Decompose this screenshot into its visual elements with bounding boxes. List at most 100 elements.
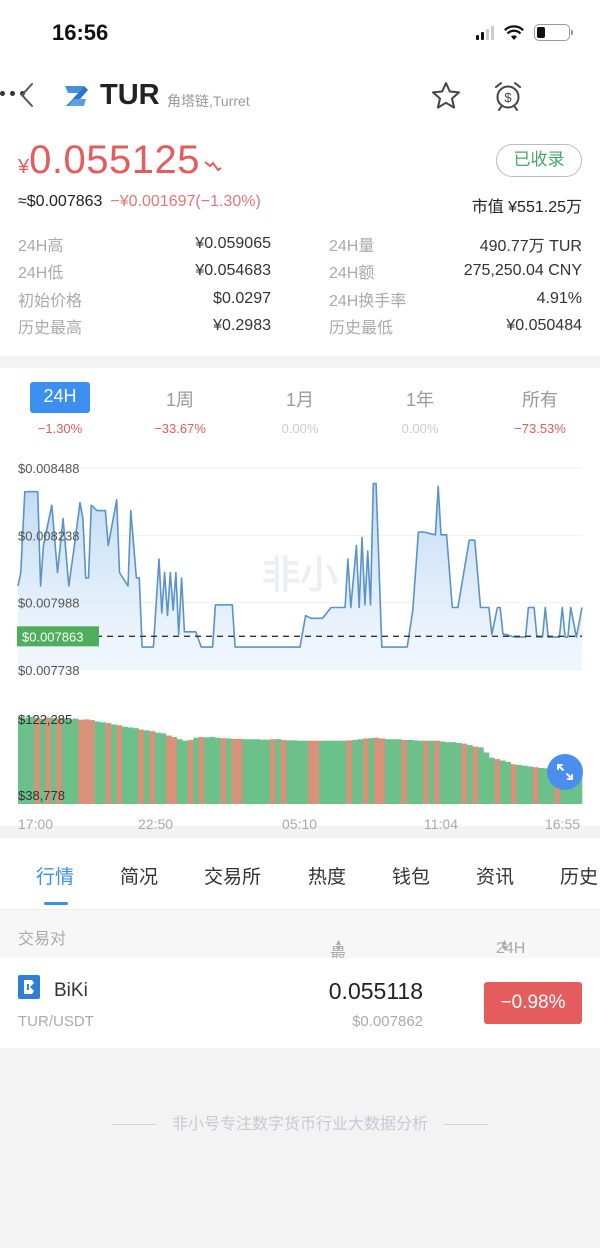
stat-value: 4.91%	[536, 289, 582, 307]
volume-bar	[269, 739, 276, 804]
tabs-row: 行情 简况 交易所 热度 钱包 资讯 历史	[0, 838, 600, 910]
volume-bar	[176, 739, 183, 804]
coin-symbol: TUR	[100, 79, 160, 111]
tab-4[interactable]: 钱包	[392, 862, 430, 889]
stat-label: 24H高	[18, 237, 64, 255]
volume-bar	[308, 740, 314, 804]
volume-bar	[291, 740, 298, 804]
volume-chart[interactable]: $122,285 $38,778	[0, 708, 600, 808]
collected-badge[interactable]: 已收录	[496, 144, 582, 177]
volume-bar	[187, 739, 194, 804]
status-icons	[476, 24, 573, 41]
period-tab-0[interactable]: 24H −1.30%	[0, 368, 120, 450]
tab-6[interactable]: 历史	[560, 862, 598, 889]
currency-symbol: ¥	[18, 156, 30, 178]
volume-bar	[111, 724, 117, 804]
stat-label: 24H换手率	[329, 292, 407, 310]
volume-bar	[373, 737, 380, 804]
volume-bar	[72, 718, 79, 804]
volume-bar	[445, 742, 451, 804]
price-value: 0.055125	[29, 138, 200, 182]
volume-bar	[264, 739, 271, 804]
exchange-row[interactable]: BiKi TUR/USDT 0.055118 $0.007862 −0.98%	[0, 958, 600, 1048]
usd-price: ≈$0.007863	[18, 193, 103, 210]
volume-bar	[532, 767, 539, 804]
volume-bar	[401, 739, 408, 804]
stats-grid: 24H高 ¥0.059065 24H量 490.77万 TUR 24H低 ¥0.05468…	[18, 230, 582, 340]
volume-bar	[499, 760, 506, 804]
volume-max-label: $122,285	[18, 712, 72, 727]
exchange-pair: TUR/USDT	[18, 1013, 94, 1030]
volume-bar	[362, 738, 369, 804]
period-tab-1[interactable]: 1周 −33.67%	[120, 368, 240, 450]
volume-bar	[467, 745, 473, 804]
period-tab-4[interactable]: 所有 −73.53%	[480, 368, 600, 450]
volume-bar	[390, 739, 397, 804]
exchange-name: BiKi	[54, 980, 88, 1001]
fullscreen-button[interactable]	[547, 754, 583, 790]
price-chart[interactable]: 非小 $0.008488 $0.008238 $0.007988 $0.007738 $0…	[0, 460, 600, 690]
volume-bar	[527, 766, 534, 804]
period-tab-2[interactable]: 1月 0.00%	[240, 368, 360, 450]
stat-label: 初始价格	[18, 292, 83, 310]
tab-2[interactable]: 交易所	[204, 862, 261, 889]
volume-bar	[83, 719, 90, 804]
market-cap: 市值 ¥551.25万	[471, 199, 582, 216]
volume-bar	[477, 747, 484, 804]
stat-value: ¥0.050484	[506, 317, 582, 335]
expand-icon	[557, 764, 573, 780]
volume-bar	[253, 739, 260, 804]
volume-bar	[149, 731, 156, 804]
volume-bar	[198, 737, 205, 804]
volume-bar	[116, 725, 123, 804]
volume-min-label: $38,778	[18, 788, 65, 803]
current-price-label: $0.007863	[22, 629, 83, 644]
stat-item: 历史最低 ¥0.050484	[329, 313, 582, 341]
period-label: 1周	[165, 390, 194, 410]
star-icon[interactable]	[430, 80, 462, 112]
volume-bar	[67, 719, 74, 804]
volume-bar	[286, 740, 293, 804]
price-sub-row: ≈$0.007863 −¥0.001697(−1.30%)	[18, 193, 261, 211]
exchange-change-badge[interactable]: −0.98%	[484, 982, 582, 1024]
svg-text:$: $	[504, 90, 512, 105]
volume-bar	[138, 729, 145, 804]
volume-bar	[78, 719, 85, 804]
x-tick-label: 17:00	[18, 816, 54, 832]
stat-label: 历史最低	[329, 320, 394, 338]
tab-3[interactable]: 热度	[308, 862, 346, 889]
volume-bar	[450, 742, 457, 804]
exchange-list-header: 交易对 最新价(¥)▴▾ 24H涨幅▴▾	[0, 910, 600, 1029]
volume-bar	[143, 730, 150, 804]
volume-bar	[434, 740, 440, 804]
wifi-icon	[504, 24, 524, 40]
volume-bar	[127, 727, 134, 804]
trend-down-icon	[204, 161, 222, 172]
volume-bar	[456, 742, 462, 804]
active-tab-indicator	[44, 902, 68, 905]
volume-bar	[324, 740, 331, 804]
stat-value: ¥0.054683	[195, 262, 271, 280]
period-label: 1月	[285, 390, 314, 410]
volume-bar	[341, 740, 347, 804]
volume-bar	[171, 737, 178, 804]
stat-item: 24H换手率 4.91%	[329, 285, 582, 313]
volume-bar	[122, 726, 128, 804]
tab-5[interactable]: 资讯	[476, 862, 514, 889]
price-alarm-icon[interactable]: $	[492, 80, 524, 112]
volume-bar	[439, 741, 446, 804]
back-icon[interactable]	[14, 80, 40, 110]
current-price: ¥ 0.055125	[18, 138, 224, 183]
volume-bar	[335, 740, 342, 804]
period-tab-3[interactable]: 1年 0.00%	[360, 368, 480, 450]
stat-item: 24H额 275,250.04 CNY	[329, 258, 582, 286]
x-tick-label: 11:04	[424, 816, 458, 832]
tab-0[interactable]: 行情	[36, 862, 74, 889]
tab-1[interactable]: 简况	[120, 862, 158, 889]
period-change: −33.67%	[154, 421, 206, 436]
volume-bar	[258, 739, 265, 804]
volume-bar	[231, 738, 238, 804]
volume-bar	[510, 764, 517, 804]
stat-value: 490.77万 TUR	[479, 237, 582, 255]
period-change: 0.00%	[281, 421, 319, 436]
